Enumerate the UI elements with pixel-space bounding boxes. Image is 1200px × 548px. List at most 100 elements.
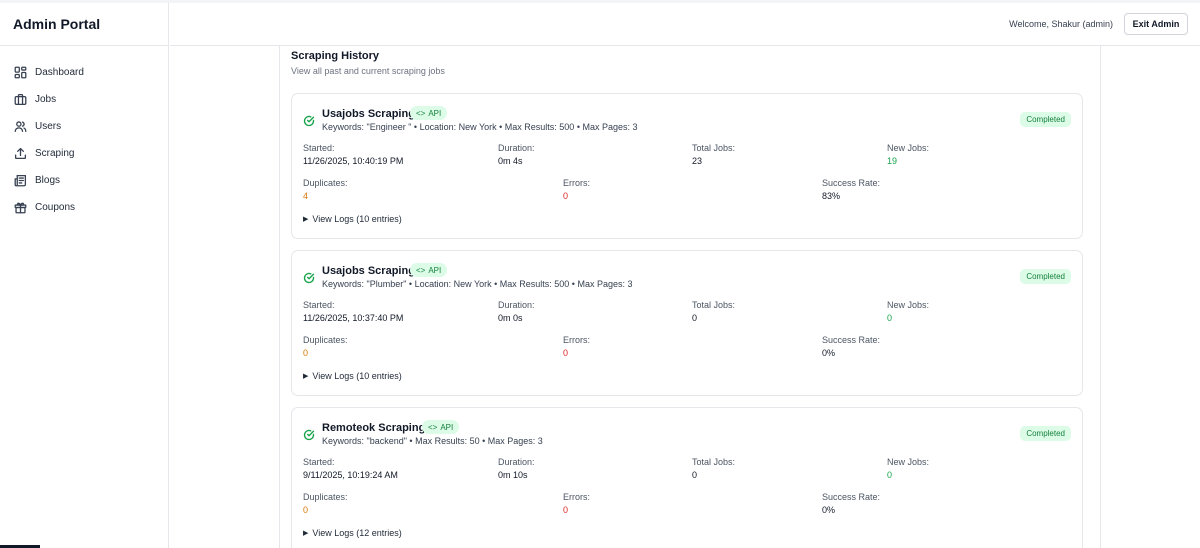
stat-value: 19	[887, 156, 898, 166]
stat-value: 0%	[822, 348, 836, 358]
stat-label: Started:	[303, 300, 335, 310]
api-badge: <> API	[422, 420, 460, 434]
check-circle-icon	[303, 428, 315, 441]
new-jobs-stat: New Jobs: 19	[887, 143, 929, 166]
caret-right-icon: ▶	[303, 373, 309, 380]
stat-value: 0	[563, 191, 569, 201]
view-logs-label: View Logs (12 entries)	[312, 528, 402, 538]
view-logs-label: View Logs (10 entries)	[312, 214, 402, 224]
stat-value: 83%	[822, 191, 841, 201]
duplicates-stat: Duplicates: 4	[303, 178, 348, 201]
stat-label: New Jobs:	[887, 457, 930, 467]
status-badge: Completed	[1020, 112, 1071, 127]
stat-label: Errors:	[563, 178, 590, 188]
duplicates-stat: Duplicates: 0	[303, 335, 348, 358]
caret-right-icon: ▶	[303, 216, 309, 223]
stat-label: Duplicates:	[303, 335, 348, 345]
job-title: Usajobs Scraping	[322, 265, 415, 277]
stat-value: 11/26/2025, 10:37:40 PM	[303, 313, 404, 323]
stat-value: 0m 0s	[498, 313, 523, 323]
check-circle-icon	[303, 114, 315, 127]
stat-label: New Jobs:	[887, 143, 930, 153]
success-rate-stat: Success Rate: 0%	[822, 335, 880, 358]
sidebar-nav: Dashboard Jobs Users Scraping Blogs Coup…	[0, 46, 168, 221]
duration-stat: Duration: 0m 0s	[498, 300, 535, 323]
total-jobs-stat: Total Jobs: 0	[692, 300, 735, 323]
stat-label: Started:	[303, 457, 335, 467]
sidebar-item-label: Blogs	[35, 175, 61, 186]
page-title: Scraping History	[291, 50, 380, 62]
stat-value: 11/26/2025, 10:40:19 PM	[303, 156, 404, 166]
stat-value: 0	[563, 505, 569, 515]
stat-value: 0	[563, 348, 569, 358]
new-jobs-stat: New Jobs: 0	[887, 457, 929, 480]
newspaper-icon	[13, 174, 27, 188]
stat-label: Duplicates:	[303, 492, 348, 502]
scraping-job-card: Usajobs Scraping <> API Keywords: "Plumbe…	[291, 250, 1083, 396]
stat-value: 0m 10s	[498, 470, 528, 480]
scraping-job-card: Remoteok Scraping <> API Keywords: "backe…	[291, 407, 1083, 548]
stat-label: Total Jobs:	[692, 143, 736, 153]
errors-stat: Errors: 0	[563, 178, 590, 201]
total-jobs-stat: Total Jobs: 23	[692, 143, 735, 166]
job-title: Usajobs Scraping	[322, 108, 415, 120]
stat-value: 0m 4s	[498, 156, 523, 166]
stat-label: Success Rate:	[822, 492, 881, 502]
stat-label: Duration:	[498, 300, 535, 310]
job-details: Keywords: "backend" • Max Results: 50 • …	[322, 436, 543, 446]
view-logs-toggle[interactable]: ▶ View Logs (12 entries)	[303, 528, 402, 538]
view-logs-toggle[interactable]: ▶ View Logs (10 entries)	[303, 214, 402, 224]
sidebar-item-scraping[interactable]: Scraping	[0, 140, 168, 167]
duplicates-stat: Duplicates: 0	[303, 492, 348, 515]
scraping-job-card: Usajobs Scraping <> API Keywords: "Engine…	[291, 93, 1083, 239]
stat-value: 0	[692, 470, 698, 480]
sidebar: Admin Portal Dashboard Jobs Users Scrapi…	[0, 3, 169, 548]
app-title: Admin Portal	[0, 3, 168, 46]
api-badge-label: API	[428, 108, 442, 118]
code-icon: <>	[416, 265, 426, 275]
stat-label: Started:	[303, 143, 335, 153]
briefcase-icon	[13, 93, 27, 107]
exit-admin-button[interactable]: Exit Admin	[1124, 13, 1188, 35]
stat-value: 4	[303, 191, 309, 201]
page-subtitle: View all past and current scraping jobs	[291, 66, 445, 76]
success-rate-stat: Success Rate: 0%	[822, 492, 880, 515]
errors-stat: Errors: 0	[563, 335, 590, 358]
users-icon	[13, 120, 27, 134]
top-header: Welcome, Shakur (admin) Exit Admin	[170, 3, 1200, 46]
view-logs-label: View Logs (10 entries)	[312, 371, 402, 381]
stat-label: Duplicates:	[303, 178, 348, 188]
sidebar-item-users[interactable]: Users	[0, 113, 168, 140]
check-circle-icon	[303, 271, 315, 284]
stat-value: 23	[692, 156, 703, 166]
scraping-history-panel: Scraping History View all past and curre…	[279, 46, 1101, 548]
stat-value: 0	[303, 348, 309, 358]
dashboard-icon	[13, 66, 27, 80]
job-details: Keywords: "Plumber" • Location: New York…	[322, 279, 633, 289]
started-stat: Started: 11/26/2025, 10:40:19 PM	[303, 143, 403, 166]
sidebar-item-label: Users	[35, 121, 62, 132]
view-logs-toggle[interactable]: ▶ View Logs (10 entries)	[303, 371, 402, 381]
stat-label: Errors:	[563, 492, 590, 502]
sidebar-item-coupons[interactable]: Coupons	[0, 194, 168, 221]
sidebar-item-blogs[interactable]: Blogs	[0, 167, 168, 194]
stat-label: Success Rate:	[822, 178, 881, 188]
upload-icon	[13, 147, 27, 161]
sidebar-item-jobs[interactable]: Jobs	[0, 86, 168, 113]
stat-label: Duration:	[498, 457, 535, 467]
stat-label: New Jobs:	[887, 300, 930, 310]
total-jobs-stat: Total Jobs: 0	[692, 457, 735, 480]
sidebar-item-label: Jobs	[35, 94, 57, 105]
stat-value: 0	[303, 505, 309, 515]
stat-value: 0	[692, 313, 698, 323]
sidebar-item-label: Scraping	[35, 148, 75, 159]
stat-label: Total Jobs:	[692, 457, 736, 467]
sidebar-item-dashboard[interactable]: Dashboard	[0, 59, 168, 86]
status-badge: Completed	[1020, 269, 1071, 284]
errors-stat: Errors: 0	[563, 492, 590, 515]
stat-label: Errors:	[563, 335, 590, 345]
duration-stat: Duration: 0m 4s	[498, 143, 535, 166]
stat-label: Total Jobs:	[692, 300, 736, 310]
sidebar-item-label: Dashboard	[35, 67, 84, 78]
sidebar-item-label: Coupons	[35, 202, 76, 213]
